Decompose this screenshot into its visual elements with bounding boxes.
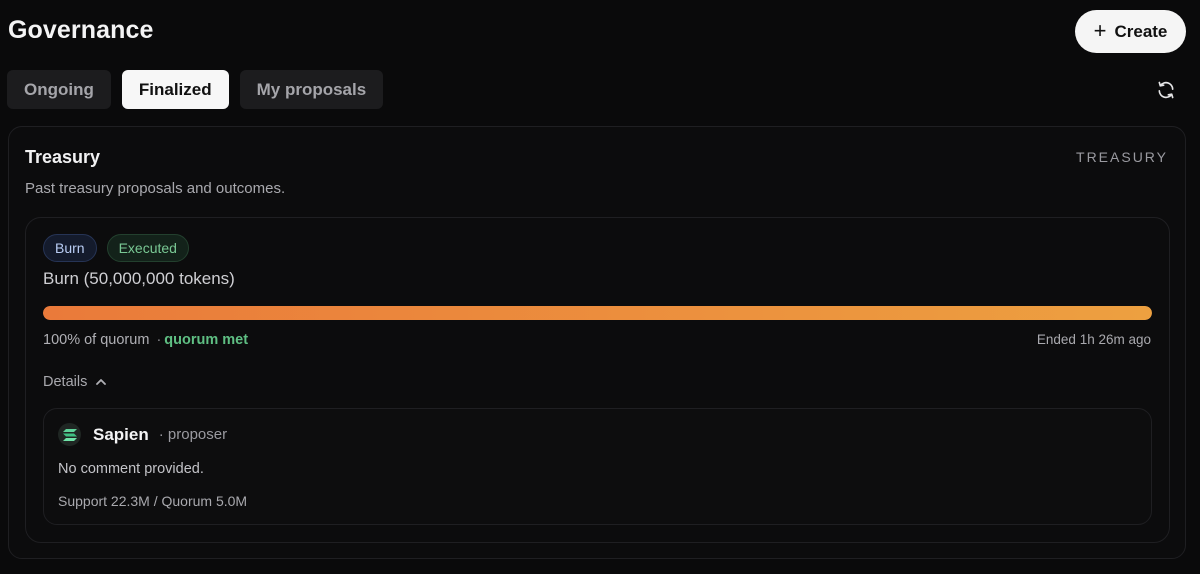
sapien-logo-icon [58,423,81,446]
proposal-title: Burn (50,000,000 tokens) [43,269,235,288]
comment-text: No comment provided. [58,461,204,477]
quorum-progress-bar [43,306,1152,320]
tab-my-proposals[interactable]: My proposals [239,70,384,109]
tab-ongoing-label: Ongoing [24,79,94,99]
proposal-badges: Burn Executed [43,234,189,262]
author-name[interactable]: Sapien [93,425,149,445]
details-label: Details [43,374,88,390]
section-category: TREASURY [1076,149,1168,165]
author-row: Sapien · proposer [58,423,227,446]
ended-time: Ended 1h 26m ago [1036,332,1151,347]
type-badge: Burn [43,234,97,262]
create-button[interactable]: + Create [1075,10,1186,53]
tab-finalized[interactable]: Finalized [121,70,229,109]
author-role: · proposer [158,426,228,443]
treasury-section-card: Treasury TREASURY Past treasury proposal… [8,126,1186,559]
quorum-summary: 100% of quorum · quorum met [43,332,248,348]
page-title: Governance [8,16,154,44]
quorum-percent: 100% of quorum [43,332,150,348]
proposal-card: Burn Executed Burn (50,000,000 tokens) 1… [25,217,1170,543]
section-title: Treasury [25,147,101,167]
proposer-comment: Sapien · proposer No comment provided. S… [43,408,1152,525]
support-quorum-summary: Support 22.3M / Quorum 5.0M [58,493,248,509]
separator-dot: · [156,332,162,348]
tab-finalized-label: Finalized [138,79,212,99]
sapien-logo-mark [62,428,77,441]
refresh-button[interactable] [1154,78,1178,102]
quorum-progress-fill [43,306,1152,320]
status-badge: Executed [106,234,189,262]
quorum-status: quorum met [164,332,249,348]
section-description: Past treasury proposals and outcomes. [25,180,286,197]
tab-bar: Ongoing Finalized My proposals [7,70,384,109]
details-toggle[interactable]: Details [43,374,107,390]
chevron-up-icon [96,379,107,385]
tab-ongoing[interactable]: Ongoing [7,70,111,109]
plus-icon: + [1093,17,1107,43]
page-header: Governance + Create [0,0,1200,60]
create-button-label: Create [1114,21,1168,41]
tab-my-proposals-label: My proposals [256,79,367,99]
refresh-icon [1158,81,1174,99]
